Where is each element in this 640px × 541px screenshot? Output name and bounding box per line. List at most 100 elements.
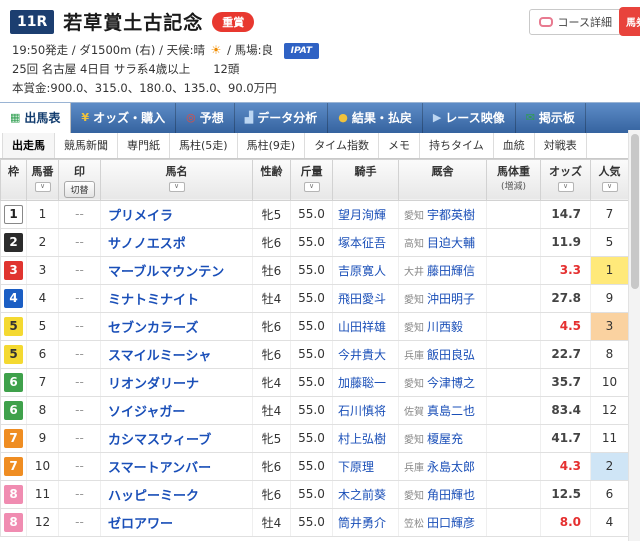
mark-cell[interactable]: -- <box>58 508 101 537</box>
horse-name-link[interactable]: スマイルミーシャ <box>108 349 211 364</box>
waku-cell: 6 <box>0 368 27 397</box>
mark-cell[interactable]: -- <box>58 228 101 257</box>
mark-cell[interactable]: -- <box>58 200 101 229</box>
jockey-link[interactable]: 村上弘樹 <box>338 432 386 446</box>
tab-item[interactable]: ◎ 予想 <box>176 102 235 133</box>
subtab-item[interactable]: 馬柱(9走) <box>238 132 306 158</box>
waku-badge: 6 <box>4 400 23 420</box>
subtab-item[interactable]: 出走馬 <box>2 132 55 158</box>
tab-label: 掲示板 <box>538 111 575 126</box>
tab-label: データ分析 <box>257 111 318 126</box>
baken-button[interactable]: 馬券 <box>619 7 640 36</box>
horse-name-link[interactable]: ハッピーミーク <box>108 489 199 504</box>
horse-name-link[interactable]: リオンダリーナ <box>108 377 199 392</box>
trainer-link[interactable]: 真島二也 <box>427 404 475 418</box>
jockey-link[interactable]: 飛田愛斗 <box>338 292 386 306</box>
trainer-link[interactable]: 沖田明子 <box>427 292 475 306</box>
mark-cell[interactable]: -- <box>58 312 101 341</box>
sort-button[interactable]: ∨ <box>557 181 574 192</box>
mark-cell[interactable]: -- <box>58 256 101 285</box>
trainer-link[interactable]: 川西毅 <box>427 320 463 334</box>
mark-toggle-button[interactable]: 切替 <box>64 180 95 198</box>
tab-item[interactable]: ¥ オッズ・購入 <box>71 102 177 133</box>
horse-name-link[interactable]: サノノエスポ <box>108 237 186 252</box>
waku-badge: 7 <box>4 428 23 448</box>
sort-button[interactable]: ∨ <box>601 181 618 192</box>
popularity-rank: 4 <box>605 515 614 530</box>
course-map-icon <box>538 17 553 27</box>
stable-region: 愛知 <box>404 378 424 390</box>
ipat-badge[interactable]: IPAT <box>283 43 319 60</box>
waku-badge: 7 <box>4 456 23 476</box>
tab-item[interactable]: ● 結果・払戻 <box>328 102 423 133</box>
jockey-link[interactable]: 木之前葵 <box>338 488 386 502</box>
trainer-link[interactable]: 藤田輝信 <box>427 264 475 278</box>
course-detail-button[interactable]: コース詳細 <box>528 9 622 35</box>
jockey-link[interactable]: 塚本征吾 <box>338 236 386 250</box>
horse-number: 9 <box>26 424 59 453</box>
mark-cell[interactable]: -- <box>58 396 101 425</box>
subtab-item[interactable]: タイム指数 <box>305 132 379 158</box>
mark-cell[interactable]: -- <box>58 340 101 369</box>
trainer-link[interactable]: 田口輝彦 <box>427 516 475 530</box>
horse-name-link[interactable]: ソイジャガー <box>108 405 185 420</box>
jockey-link[interactable]: 石川慎将 <box>338 404 386 418</box>
trainer-link[interactable]: 飯田良弘 <box>427 348 475 362</box>
jockey-link[interactable]: 吉原寛人 <box>338 264 386 278</box>
tab-item[interactable]: ▶ レース映像 <box>423 102 516 133</box>
sort-button[interactable]: ∨ <box>303 181 320 192</box>
horse-name-link[interactable]: マーブルマウンテン <box>108 265 224 280</box>
tab-item[interactable]: ▟ データ分析 <box>235 102 329 133</box>
jockey-link[interactable]: 今井貴大 <box>338 348 386 362</box>
mark-cell[interactable]: -- <box>58 368 101 397</box>
jockey-link[interactable]: 加藤聡一 <box>338 376 386 390</box>
sort-button[interactable]: ∨ <box>168 181 185 192</box>
subtab-item[interactable]: 対戦表 <box>535 132 587 158</box>
waku-cell: 2 <box>0 228 27 257</box>
mark-cell[interactable]: -- <box>58 452 101 481</box>
waku-badge: 3 <box>4 260 23 280</box>
subtab-item[interactable]: メモ <box>379 132 420 158</box>
column-header-label: 馬名 <box>165 164 188 178</box>
subtab-item[interactable]: 競馬新聞 <box>55 132 118 158</box>
subtab-item[interactable]: 専門紙 <box>118 132 170 158</box>
horse-name-link[interactable]: ゼロアワー <box>108 517 173 532</box>
subtab-item[interactable]: 血統 <box>494 132 535 158</box>
column-header-label: 騎手 <box>354 164 377 178</box>
tab-item[interactable]: ▦ 出馬表 <box>0 102 72 133</box>
horse-name-link[interactable]: セブンカラーズ <box>108 321 198 336</box>
race-conditions-line: 19:50発走 / ダ1500m (右) / 天候:晴 ☀ / 馬場:良 IPA… <box>10 41 630 60</box>
trainer-link[interactable]: 永島太郎 <box>427 460 475 474</box>
sort-button[interactable]: ∨ <box>34 181 51 192</box>
column-header: 枠 <box>0 158 27 201</box>
scrollbar[interactable] <box>628 130 640 541</box>
trainer-link[interactable]: 宇都英樹 <box>427 208 475 222</box>
mark-cell[interactable]: -- <box>58 480 101 509</box>
horse-number: 3 <box>26 256 59 285</box>
subtab-item[interactable]: 持ちタイム <box>420 132 494 158</box>
stable-cell: 高知 目迫大輔 <box>398 228 487 257</box>
jockey-link[interactable]: 望月洵輝 <box>338 208 386 222</box>
horse-name-link[interactable]: カシマスウィーブ <box>108 433 211 448</box>
mark-cell[interactable]: -- <box>58 424 101 453</box>
jockey-link[interactable]: 山田祥雄 <box>338 320 386 334</box>
jockey-link[interactable]: 筒井勇介 <box>338 516 386 530</box>
carried-weight: 55.0 <box>290 284 333 313</box>
horse-name-link[interactable]: ミナトミナイト <box>108 293 199 308</box>
horse-name-link[interactable]: プリメイラ <box>108 209 173 224</box>
sex-age: 牝5 <box>252 200 291 229</box>
horse-name-link[interactable]: スマートアンバー <box>108 461 211 476</box>
scrollbar-thumb[interactable] <box>631 134 639 289</box>
mark-cell[interactable]: -- <box>58 284 101 313</box>
tab-item[interactable]: ✉ 掲示板 <box>516 102 586 133</box>
jockey-cell: 下原理 <box>332 452 399 481</box>
trainer-link[interactable]: 榎屋充 <box>427 432 463 446</box>
trainer-link[interactable]: 今津博之 <box>427 376 475 390</box>
tab-icon: ▟ <box>244 111 254 125</box>
trainer-link[interactable]: 目迫大輔 <box>427 236 475 250</box>
subtab-item[interactable]: 馬柱(5走) <box>170 132 238 158</box>
jockey-link[interactable]: 下原理 <box>338 460 374 474</box>
stable-cell: 笠松 田口輝彦 <box>398 508 487 537</box>
horse-weight <box>486 312 541 341</box>
trainer-link[interactable]: 角田輝也 <box>427 488 475 502</box>
